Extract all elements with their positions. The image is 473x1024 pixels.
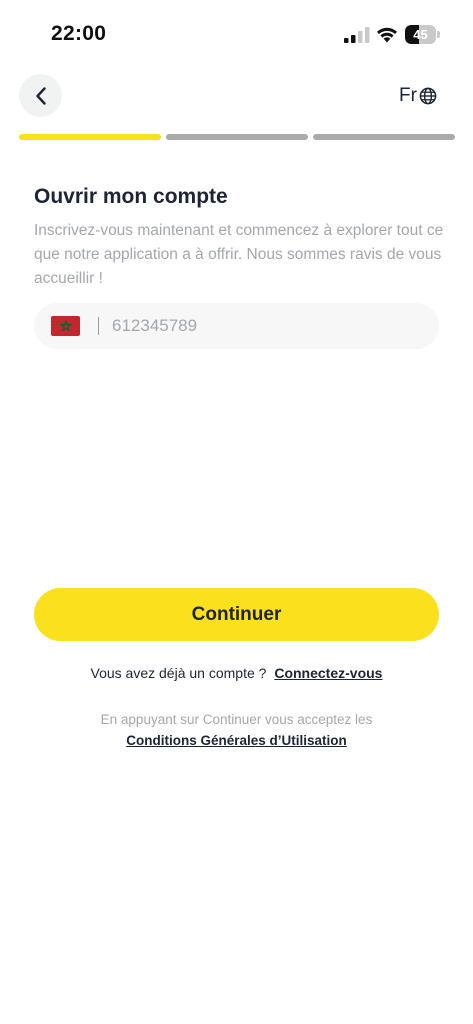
terms-text: En appuyant sur Continuer vous acceptez … bbox=[100, 712, 373, 727]
signal-icon bbox=[344, 27, 370, 43]
login-prompt: Vous avez déjà un compte ? Connectez-vou… bbox=[0, 665, 473, 681]
language-label: Fr bbox=[399, 85, 417, 106]
battery-level: 45 bbox=[413, 27, 428, 42]
progress-step-3 bbox=[313, 134, 455, 140]
terms-link[interactable]: Conditions Générales d’Utilisation bbox=[0, 733, 473, 748]
signup-screen: 22:00 45 Fr Ouvrir mon compte Inscrivez-… bbox=[0, 0, 473, 1024]
chevron-left-icon bbox=[35, 86, 46, 105]
page-title: Ouvrir mon compte bbox=[34, 185, 228, 208]
phone-field[interactable] bbox=[34, 303, 439, 349]
back-button[interactable] bbox=[19, 74, 62, 117]
have-account-text: Vous avez déjà un compte ? bbox=[90, 665, 267, 681]
language-selector[interactable]: Fr bbox=[399, 84, 437, 108]
field-divider bbox=[98, 317, 99, 335]
progress-step-2 bbox=[166, 134, 308, 140]
progress-step-1 bbox=[19, 134, 161, 140]
page-subtitle: Inscrivez-vous maintenant et commencez à… bbox=[34, 222, 444, 287]
progress-steps bbox=[19, 134, 455, 140]
continue-button[interactable]: Continuer bbox=[34, 588, 439, 641]
battery-icon: 45 bbox=[405, 25, 440, 44]
status-bar: 22:00 45 bbox=[0, 0, 473, 70]
wifi-icon bbox=[377, 27, 397, 43]
login-link[interactable]: Connectez-vous bbox=[274, 665, 382, 681]
globe-icon bbox=[419, 87, 437, 105]
phone-input[interactable] bbox=[112, 303, 422, 349]
morocco-flag-icon[interactable] bbox=[51, 316, 80, 336]
status-time: 22:00 bbox=[51, 22, 107, 45]
